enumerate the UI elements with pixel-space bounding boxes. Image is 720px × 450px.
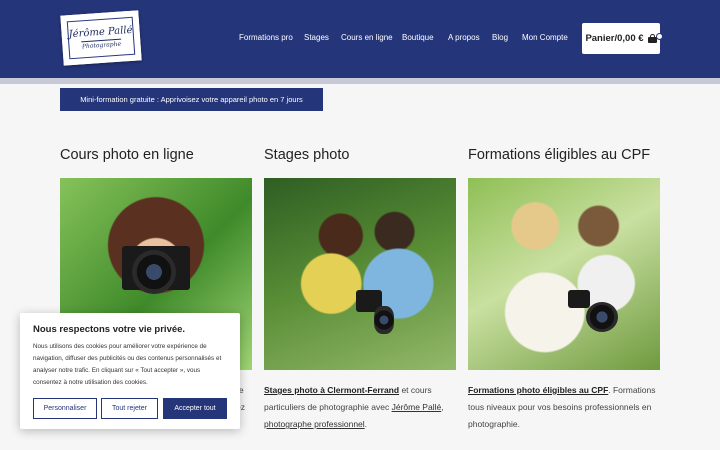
cookie-banner: Nous respectons votre vie privée. Nous u… [20,313,240,429]
nav-formations-pro[interactable]: Formations pro [239,33,293,42]
cookie-text: Nous utilisons des cookies pour améliore… [33,343,222,386]
stages-link[interactable]: Stages photo à Clermont-Ferrand [264,385,399,395]
cart-count-badge [656,33,663,40]
cpf-link[interactable]: Formations photo éligibles au CPF [468,385,608,395]
nav-blog[interactable]: Blog [492,33,508,42]
customize-button[interactable]: Personnaliser [33,398,97,419]
reject-all-button[interactable]: Tout rejeter [101,398,158,419]
camera-lens [586,302,618,332]
cookie-title: Nous respectons votre vie privée. [33,324,186,335]
nav-boutique[interactable]: Boutique [402,33,434,42]
camera-icon [568,290,590,308]
photo-cpf[interactable] [468,178,660,370]
col2-description: Stages photo à Clermont-Ferrand et cours… [264,385,444,429]
nav-stages[interactable]: Stages [304,33,329,42]
cart-label: Panier/0,00 € [585,33,644,44]
col1-title: Cours photo en ligne [60,147,194,163]
promo-label: Mini-formation gratuite : Apprivoisez vo… [80,95,303,104]
col3-title: Formations éligibles au CPF [468,147,651,163]
nav-mon-compte[interactable]: Mon Compte [522,33,568,42]
promo-button[interactable]: Mini-formation gratuite : Apprivoisez vo… [60,88,323,111]
nav-cours-en-ligne[interactable]: Cours en ligne [341,33,393,42]
header-divider [0,78,720,84]
accept-all-button[interactable]: Accepter tout [163,398,227,419]
camera-lens [374,306,394,334]
nav-a-propos[interactable]: A propos [448,33,480,42]
pro-photographer-link[interactable]: photographe professionnel [264,419,365,429]
cart-button[interactable]: Panier/0,00 € [582,23,660,54]
col2-title: Stages photo [264,147,350,163]
col3-description: Formations photo éligibles au CPF. Forma… [468,385,656,429]
author-link[interactable]: Jérôme Pallé [392,402,442,412]
photo-stages[interactable] [264,178,456,370]
camera-lens [132,250,176,294]
